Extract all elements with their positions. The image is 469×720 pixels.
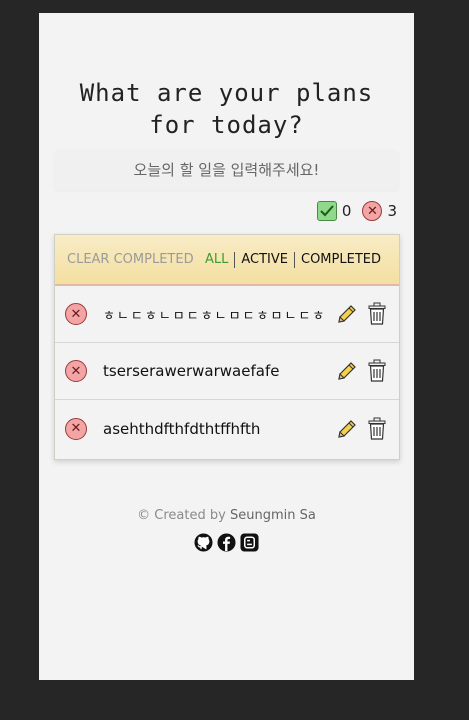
footer-prefix: © Created by <box>137 508 226 523</box>
todo-item: ✕ asehthdfthfdthtffhfth <box>55 400 399 457</box>
footer-author-link[interactable]: Seungmin Sa <box>230 508 316 523</box>
filter-group: ALL ACTIVE COMPLETED <box>199 251 387 268</box>
title-line-1: What are your plans <box>79 79 374 108</box>
social-links <box>39 533 414 552</box>
page-title: What are your plans for today? <box>39 77 414 141</box>
facebook-icon[interactable] <box>217 533 236 552</box>
todo-text: tserserawerwarwaefafe <box>103 362 280 380</box>
blogger-icon[interactable] <box>240 533 259 552</box>
todo-text: ㅎㄴㄷㅎㄴㅁㄷㅎㄴㅁㄷㅎㅁㄴㄷㅎ <box>103 308 327 324</box>
todo-panel: CLEAR COMPLETED ALL ACTIVE COMPLETED ✕ ㅎ… <box>54 234 400 460</box>
filter-completed[interactable]: COMPLETED <box>295 252 387 267</box>
trash-icon[interactable] <box>365 416 389 442</box>
todo-input-wrapper <box>54 150 399 190</box>
todo-input[interactable] <box>54 150 399 190</box>
edit-pencil-icon[interactable] <box>335 301 359 327</box>
completed-count: 0 <box>341 202 352 220</box>
footer-credit: © Created by Seungmin Sa <box>39 508 414 523</box>
filter-active[interactable]: ACTIVE <box>235 252 294 267</box>
filter-all[interactable]: ALL <box>199 252 234 267</box>
completed-check-icon <box>316 201 337 221</box>
todo-item: ✕ ㅎㄴㄷㅎㄴㅁㄷㅎㄴㅁㄷㅎㅁㄴㄷㅎ <box>55 286 399 343</box>
toggle-complete-icon[interactable]: ✕ <box>65 417 87 440</box>
github-icon[interactable] <box>194 533 213 552</box>
app-container: What are your plans for today? 0 ✕ 3 CLE… <box>39 13 414 680</box>
clear-completed-button[interactable]: CLEAR COMPLETED <box>67 252 194 267</box>
trash-icon[interactable] <box>365 358 389 384</box>
title-line-2: for today? <box>149 111 304 140</box>
toggle-complete-icon[interactable]: ✕ <box>65 303 87 325</box>
toggle-complete-icon[interactable]: ✕ <box>65 360 87 382</box>
remaining-x-icon: ✕ <box>362 201 383 221</box>
stats-bar: 0 ✕ 3 <box>316 200 397 222</box>
remaining-count: 3 <box>387 202 397 220</box>
edit-pencil-icon[interactable] <box>335 416 359 442</box>
todo-item: ✕ tserserawerwarwaefafe <box>55 343 399 400</box>
todo-toolbar: CLEAR COMPLETED ALL ACTIVE COMPLETED <box>55 235 399 286</box>
todo-text: asehthdfthfdthtffhfth <box>103 419 261 438</box>
trash-icon[interactable] <box>365 301 389 327</box>
edit-pencil-icon[interactable] <box>335 358 359 384</box>
